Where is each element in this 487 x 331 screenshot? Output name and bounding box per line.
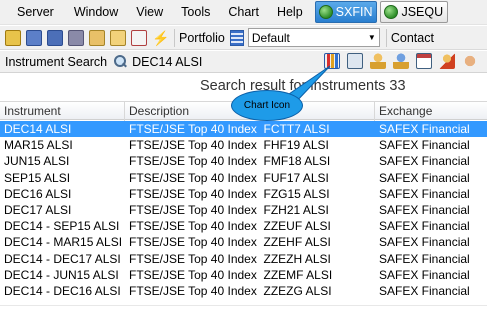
exchange-cell: SAFEX Financial (379, 251, 470, 266)
copy-icon[interactable] (347, 53, 363, 69)
exchange-cell: SAFEX Financial (379, 122, 470, 136)
stack-icon[interactable] (68, 29, 84, 46)
table-row[interactable]: DEC17 ALSI FTSE/JSE Top 40 Index FZH21 A… (0, 202, 487, 218)
contact-button[interactable]: Contact (391, 31, 434, 45)
menu-chart[interactable]: Chart (219, 0, 268, 25)
toolbar-divider (385, 28, 387, 47)
handshake-icon[interactable] (462, 53, 478, 69)
column-header-instrument[interactable]: Instrument (0, 102, 125, 121)
tab-sxfin-label: SXFIN (335, 5, 373, 19)
table-row[interactable]: DEC14 - DEC17 ALSI FTSE/JSE Top 40 Index… (0, 251, 487, 267)
column-header-exchange[interactable]: Exchange (375, 102, 487, 121)
search-icon[interactable] (114, 55, 127, 68)
table-row[interactable]: DEC14 - SEP15 ALSI FTSE/JSE Top 40 Index… (0, 218, 487, 234)
menu-window[interactable]: Window (65, 0, 127, 25)
search-result-heading: Search result for instruments 33 (200, 78, 406, 94)
description-cell: FTSE/JSE Top 40 Index ZZEHF ALSI (129, 235, 331, 250)
table-row[interactable]: DEC14 ALSI FTSE/JSE Top 40 Index FCTT7 A… (0, 121, 487, 138)
calendar-icon[interactable] (416, 53, 432, 69)
person-add-icon[interactable] (370, 53, 386, 69)
results-table-body: DEC14 ALSI FTSE/JSE Top 40 Index FCTT7 A… (0, 121, 487, 299)
description-cell: FTSE/JSE Top 40 Index ZZEUF ALSI (129, 219, 331, 234)
description-cell: FTSE/JSE Top 40 Index FHF19 ALSI (129, 138, 329, 153)
description-cell: FTSE/JSE Top 40 Index ZZEMF ALSI (129, 267, 333, 282)
chart-icon-callout: Chart Icon (231, 90, 303, 121)
exchange-cell: SAFEX Financial (379, 202, 470, 217)
search-actions (324, 53, 485, 69)
table-row[interactable]: SEP15 ALSI FTSE/JSE Top 40 Index FUF17 A… (0, 170, 487, 186)
exchange-cell: SAFEX Financial (379, 219, 470, 234)
table-row[interactable]: JUN15 ALSI FTSE/JSE Top 40 Index FMF18 A… (0, 153, 487, 169)
instrument-cell: JUN15 ALSI (4, 154, 70, 169)
table-row[interactable]: DEC14 - DEC16 ALSI FTSE/JSE Top 40 Index… (0, 283, 487, 299)
instrument-cell: DEC14 - DEC16 ALSI (4, 283, 121, 298)
horizontal-scrollbar[interactable] (0, 305, 487, 306)
book-icon[interactable] (26, 29, 42, 46)
instrument-cell: DEC17 ALSI (4, 202, 72, 217)
tab-sxfin[interactable]: SXFIN (314, 1, 378, 23)
instrument-cell: DEC14 - JUN15 ALSI (4, 267, 119, 282)
lock-icon[interactable] (5, 29, 21, 46)
chart-icon[interactable] (324, 53, 340, 69)
instrument-cell: DEC14 - DEC17 ALSI (4, 251, 121, 266)
exchange-cell: SAFEX Financial (379, 138, 470, 153)
instrument-cell: MAR15 ALSI (4, 138, 73, 153)
callout-text: Chart Icon (243, 100, 291, 111)
instrument-cell: DEC14 - SEP15 ALSI (4, 219, 120, 234)
chevron-down-icon[interactable]: ▼ (365, 29, 379, 46)
table-row[interactable]: DEC14 - MAR15 ALSI FTSE/JSE Top 40 Index… (0, 234, 487, 250)
toolbar-divider (174, 28, 175, 47)
description-cell: FTSE/JSE Top 40 Index ZZEZH ALSI (129, 251, 331, 266)
exchange-cell: SAFEX Financial (379, 283, 470, 298)
description-cell: FTSE/JSE Top 40 Index FCTT7 ALSI (129, 122, 330, 136)
instrument-cell: DEC16 ALSI (4, 186, 72, 201)
menu-server[interactable]: Server (0, 0, 65, 25)
person-group-icon[interactable] (393, 53, 409, 69)
grid-icon[interactable] (229, 29, 244, 46)
exchange-cell: SAFEX Financial (379, 186, 470, 201)
menu-bar: Server Window View Tools Chart Help SXFI… (0, 0, 487, 25)
tab-jsequ[interactable]: JSEQU (380, 1, 449, 23)
globe-icon (318, 5, 333, 19)
globe-icon (384, 5, 399, 19)
description-cell: FTSE/JSE Top 40 Index ZZEZG ALSI (129, 283, 332, 298)
instrument-cell: DEC14 ALSI (4, 122, 72, 136)
portfolio-select[interactable]: Default ▼ (247, 28, 380, 47)
menu-view[interactable]: View (127, 0, 172, 25)
description-cell: FTSE/JSE Top 40 Index FUF17 ALSI (129, 170, 329, 185)
document-icon[interactable] (131, 29, 147, 46)
table-row[interactable]: MAR15 ALSI FTSE/JSE Top 40 Index FHF19 A… (0, 137, 487, 153)
exchange-cell: SAFEX Financial (379, 154, 470, 169)
menu-tools[interactable]: Tools (172, 0, 219, 25)
table-row[interactable]: DEC16 ALSI FTSE/JSE Top 40 Index FZG15 A… (0, 186, 487, 202)
lightning-icon[interactable]: ⚡ (152, 30, 169, 46)
exchange-cell: SAFEX Financial (379, 170, 470, 185)
toolbar: ⚡ Portfolio Default ▼ Contact (0, 26, 487, 50)
instrument-search-bar: Instrument Search DEC14 ALSI (0, 51, 487, 73)
tab-jsequ-label: JSEQU (401, 5, 444, 19)
book-delete-icon[interactable] (47, 29, 63, 46)
search-input[interactable]: DEC14 ALSI (132, 55, 202, 69)
notepad-icon[interactable] (89, 29, 105, 46)
instrument-search-label: Instrument Search (5, 54, 108, 69)
person-edit-icon[interactable] (439, 53, 455, 69)
table-row[interactable]: DEC14 - JUN15 ALSI FTSE/JSE Top 40 Index… (0, 267, 487, 283)
exchange-cell: SAFEX Financial (379, 267, 470, 282)
description-cell: FTSE/JSE Top 40 Index FZH21 ALSI (129, 202, 329, 217)
description-cell: FTSE/JSE Top 40 Index FMF18 ALSI (129, 154, 331, 169)
instrument-cell: DEC14 - MAR15 ALSI (4, 235, 123, 250)
notepad-alt-icon[interactable] (110, 29, 126, 46)
instrument-cell: SEP15 ALSI (4, 170, 71, 185)
menu-help[interactable]: Help (268, 0, 312, 25)
description-cell: FTSE/JSE Top 40 Index FZG15 ALSI (129, 186, 330, 201)
exchange-cell: SAFEX Financial (379, 235, 470, 250)
portfolio-select-value: Default (251, 30, 290, 45)
portfolio-label: Portfolio (179, 30, 225, 45)
